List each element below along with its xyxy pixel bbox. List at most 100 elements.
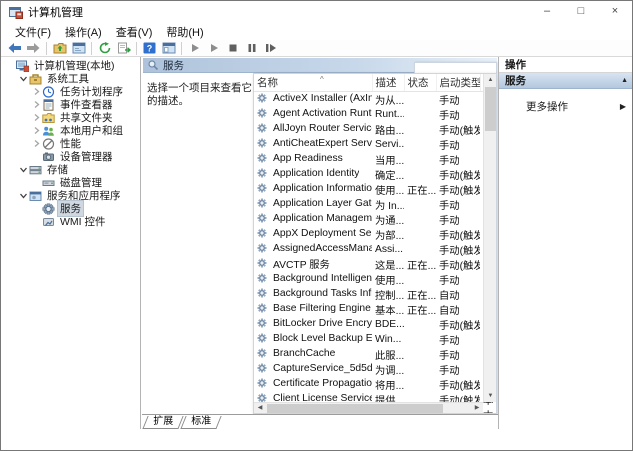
service-row[interactable]: AntiCheatExpert ServiceServi...手动本 bbox=[254, 137, 497, 152]
collapsed-chevron-icon[interactable] bbox=[30, 138, 42, 150]
column-header-status[interactable]: 状态 bbox=[404, 74, 436, 91]
service-description: 确定... bbox=[372, 167, 404, 182]
service-row[interactable]: AVCTP 服务这是...正在...手动(触发...本 bbox=[254, 257, 497, 272]
service-row[interactable]: BranchCache此服...手动网 bbox=[254, 347, 497, 362]
tree-item-设备管理器[interactable]: 设备管理器 bbox=[1, 150, 140, 163]
vertical-scrollbar[interactable]: ▲ ▼ bbox=[483, 74, 496, 402]
pause-service-icon[interactable] bbox=[242, 40, 261, 56]
column-header-startup-type[interactable]: 启动类型 bbox=[436, 74, 480, 91]
refresh-icon[interactable] bbox=[95, 40, 114, 56]
vertical-scroll-thumb[interactable] bbox=[485, 87, 496, 131]
restart-service-icon[interactable] bbox=[261, 40, 280, 56]
expanded-chevron-icon[interactable] bbox=[17, 164, 29, 176]
minimize-button[interactable]: – bbox=[530, 1, 564, 23]
service-startup-type: 手动 bbox=[436, 197, 480, 212]
more-actions-label: 更多操作 bbox=[526, 99, 568, 114]
service-row[interactable]: Application Information使用...正在...手动(触发..… bbox=[254, 182, 497, 197]
expanded-chevron-icon[interactable] bbox=[17, 73, 29, 85]
maximize-button[interactable]: □ bbox=[564, 1, 598, 23]
menu-item[interactable]: 文件(F) bbox=[8, 23, 58, 41]
tree-spacer bbox=[30, 203, 42, 215]
toolbar-separator bbox=[46, 42, 47, 55]
help-icon[interactable]: ? bbox=[140, 40, 159, 56]
service-row[interactable]: AllJoyn Router Service路由...手动(触发...本 bbox=[254, 122, 497, 137]
console-content: 计算机管理(本地)系统工具任务计划程序事件查看器共享文件夹本地用户和组性能设备管… bbox=[1, 57, 633, 429]
window-title: 计算机管理 bbox=[28, 4, 83, 20]
service-name: Application Identity bbox=[273, 168, 359, 179]
service-row[interactable]: Application Identity确定...手动(触发...本 bbox=[254, 167, 497, 182]
service-row[interactable]: Block Level Backup Engi...Win...手动本 bbox=[254, 332, 497, 347]
view-tab-label: 标准 bbox=[191, 416, 211, 428]
performance-icon bbox=[42, 138, 55, 150]
collapsed-chevron-icon[interactable] bbox=[30, 86, 42, 98]
scroll-up-icon[interactable]: ▲ bbox=[484, 74, 497, 86]
menu-bar: 文件(F)操作(A)查看(V)帮助(H) bbox=[1, 23, 632, 40]
export-list-icon[interactable] bbox=[114, 40, 133, 56]
service-status bbox=[404, 242, 436, 257]
service-row[interactable]: AssignedAccessManager...Assi...手动(触发...本 bbox=[254, 242, 497, 257]
service-row[interactable]: Background Tasks Infras...控制...正在...自动本 bbox=[254, 287, 497, 302]
horizontal-scrollbar[interactable]: ◀ ▶ bbox=[254, 402, 483, 413]
menu-item[interactable]: 帮助(H) bbox=[159, 23, 210, 41]
service-name: Application Management bbox=[273, 213, 372, 224]
view-tab-扩展[interactable]: 扩展 bbox=[142, 416, 183, 429]
service-row[interactable]: Base Filtering Engine基本...正在...自动本 bbox=[254, 302, 497, 317]
service-row[interactable]: Certificate Propagation将用...手动(触发...本 bbox=[254, 377, 497, 392]
show-console-tree-icon[interactable] bbox=[69, 40, 88, 56]
service-name-cell: Block Level Backup Engi... bbox=[254, 332, 372, 345]
column-header-description[interactable]: 描述 bbox=[372, 74, 404, 91]
up-one-level-icon[interactable] bbox=[50, 40, 69, 56]
stop-service-icon[interactable] bbox=[223, 40, 242, 56]
close-button[interactable]: × bbox=[598, 1, 632, 23]
service-name-cell: ActiveX Installer (AxInstSV) bbox=[254, 92, 372, 105]
service-row[interactable]: Agent Activation Runtime...Runt...手动本 bbox=[254, 107, 497, 122]
service-row[interactable]: App Readiness当用...手动本 bbox=[254, 152, 497, 167]
back-icon[interactable] bbox=[5, 40, 24, 56]
collapsed-chevron-icon[interactable] bbox=[30, 125, 42, 137]
scroll-left-icon[interactable]: ◀ bbox=[254, 403, 266, 414]
service-name: Agent Activation Runtime... bbox=[273, 108, 372, 119]
start-service-icon[interactable] bbox=[185, 40, 204, 56]
service-startup-type: 手动 bbox=[436, 212, 480, 227]
forward-icon[interactable] bbox=[24, 40, 43, 56]
view-tab-label: 扩展 bbox=[153, 416, 173, 428]
resume-service-icon[interactable] bbox=[204, 40, 223, 56]
scroll-right-icon[interactable]: ▶ bbox=[471, 403, 483, 414]
horizontal-scroll-thumb[interactable] bbox=[267, 404, 443, 413]
actions-section-header[interactable]: 服务 ▲ bbox=[499, 73, 633, 89]
collapsed-chevron-icon[interactable] bbox=[30, 99, 42, 111]
service-status bbox=[404, 317, 436, 332]
service-name-cell: CaptureService_5d5d24a bbox=[254, 362, 372, 375]
service-row[interactable]: Background Intelligent T...使用...手动本 bbox=[254, 272, 497, 287]
service-name-cell: AssignedAccessManager... bbox=[254, 242, 372, 255]
service-gear-icon bbox=[257, 288, 270, 298]
service-gear-icon bbox=[257, 273, 270, 283]
service-gear-icon bbox=[257, 243, 270, 253]
service-row[interactable]: AppX Deployment Servic...为部...手动(触发...本 bbox=[254, 227, 497, 242]
menu-item[interactable]: 查看(V) bbox=[109, 23, 160, 41]
service-startup-type: 手动(触发... bbox=[436, 182, 480, 197]
view-tab-标准[interactable]: 标准 bbox=[180, 416, 221, 429]
more-actions-item[interactable]: 更多操作 ▶ bbox=[499, 98, 633, 114]
service-row[interactable]: CaptureService_5d5d24a为调...手动本 bbox=[254, 362, 497, 377]
service-row[interactable]: BitLocker Drive Encryptio...BDE...手动(触发.… bbox=[254, 317, 497, 332]
service-description: 使用... bbox=[372, 182, 404, 197]
console-tree-pane: 计算机管理(本地)系统工具任务计划程序事件查看器共享文件夹本地用户和组性能设备管… bbox=[1, 57, 141, 429]
service-status bbox=[404, 212, 436, 227]
column-header-name[interactable]: 名称^ bbox=[254, 74, 372, 91]
collapse-section-icon[interactable]: ▲ bbox=[621, 77, 628, 84]
service-startup-type: 手动 bbox=[436, 91, 480, 107]
service-row[interactable]: Application Layer Gatewa...为 In...手动本 bbox=[254, 197, 497, 212]
collapsed-chevron-icon[interactable] bbox=[30, 112, 42, 124]
menu-item[interactable]: 操作(A) bbox=[58, 23, 109, 41]
service-row[interactable]: ActiveX Installer (AxInstSV)为从...手动本 bbox=[254, 91, 497, 107]
show-hide-tree-icon[interactable] bbox=[159, 40, 178, 56]
service-description: 当用... bbox=[372, 152, 404, 167]
expanded-chevron-icon[interactable] bbox=[17, 190, 29, 202]
service-startup-type: 手动 bbox=[436, 362, 480, 377]
scroll-down-icon[interactable]: ▼ bbox=[484, 390, 497, 402]
tree-item-WMI 控件[interactable]: WMI 控件 bbox=[1, 215, 140, 228]
service-row[interactable]: Application Management为通...手动本 bbox=[254, 212, 497, 227]
tree-item-label: 服务和应用程序 bbox=[45, 188, 123, 203]
service-startup-type: 手动 bbox=[436, 152, 480, 167]
